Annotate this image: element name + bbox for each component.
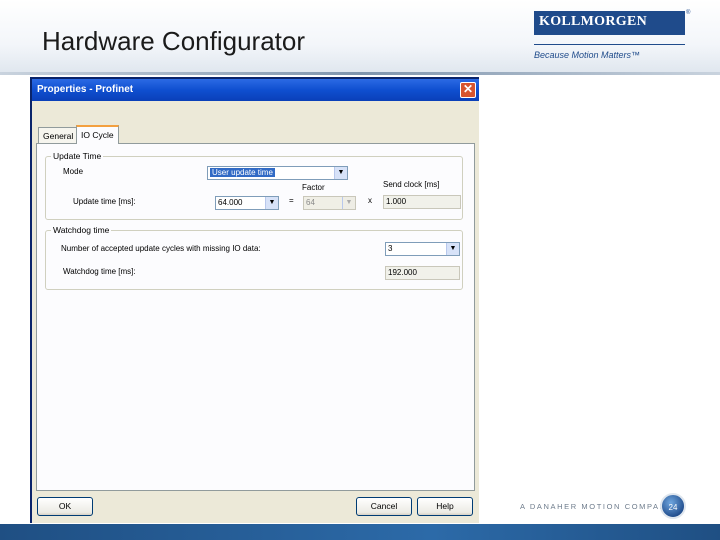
- factor-value: 64: [306, 198, 315, 207]
- close-button[interactable]: ✕: [460, 82, 476, 98]
- factor-dropdown: 64 ▼: [303, 196, 356, 210]
- send-clock-value: 1.000: [386, 197, 407, 206]
- chevron-down-icon: ▼: [342, 197, 355, 209]
- watchdog-legend: Watchdog time: [51, 225, 112, 235]
- chevron-down-icon[interactable]: ▼: [446, 243, 459, 255]
- header-divider: [0, 72, 720, 75]
- tab-io-cycle-label: IO Cycle: [81, 130, 114, 140]
- mode-dropdown[interactable]: User update time ▼: [207, 166, 348, 180]
- tab-io-cycle[interactable]: IO Cycle: [76, 125, 119, 144]
- tab-general[interactable]: General: [38, 127, 79, 144]
- equals-sign: =: [289, 196, 294, 205]
- cancel-button[interactable]: Cancel: [356, 497, 412, 516]
- properties-dialog: Properties - Profinet ✕ General IO Cycle…: [30, 77, 479, 523]
- chevron-down-icon[interactable]: ▼: [334, 167, 347, 179]
- send-clock-field: 1.000: [383, 195, 461, 209]
- page-number-badge: 24: [660, 493, 686, 519]
- watchdog-time-value: 192.000: [388, 268, 417, 277]
- multiply-sign: x: [368, 196, 372, 205]
- dialog-titlebar[interactable]: Properties - Profinet ✕: [32, 79, 479, 101]
- update-time-legend: Update Time: [51, 151, 104, 161]
- update-time-group: Update Time Mode User update time ▼ Fact…: [45, 151, 463, 220]
- ok-button[interactable]: OK: [37, 497, 93, 516]
- accepted-cycles-label: Number of accepted update cycles with mi…: [61, 244, 261, 253]
- update-time-dropdown[interactable]: 64.000 ▼: [215, 196, 279, 210]
- watchdog-time-field: 192.000: [385, 266, 460, 280]
- chevron-down-icon[interactable]: ▼: [265, 197, 278, 209]
- kollmorgen-logo: KOLLMORGEN: [534, 11, 685, 35]
- dialog-title: Properties - Profinet: [37, 84, 134, 95]
- close-icon: ✕: [462, 82, 474, 96]
- tab-panel-io-cycle: Update Time Mode User update time ▼ Fact…: [36, 143, 475, 491]
- accepted-cycles-dropdown[interactable]: 3 ▼: [385, 242, 460, 256]
- logo-underline: [534, 44, 685, 45]
- send-clock-label: Send clock [ms]: [383, 180, 440, 189]
- dialog-client-area: General IO Cycle Update Time Mode User u…: [32, 101, 479, 523]
- logo-trademark: ®: [686, 10, 691, 16]
- accepted-cycles-value: 3: [388, 244, 393, 253]
- factor-label: Factor: [302, 183, 325, 192]
- tab-general-label: General: [43, 131, 74, 141]
- watchdog-time-label: Watchdog time [ms]:: [63, 267, 136, 276]
- mode-label: Mode: [63, 167, 84, 176]
- tagline: Because Motion Matters™: [534, 50, 641, 60]
- footer-company-text: A DANAHER MOTION COMPANY: [520, 502, 674, 511]
- update-time-label: Update time [ms]:: [73, 197, 136, 206]
- mode-value: User update time: [210, 168, 275, 177]
- footer-bar: [0, 524, 720, 540]
- watchdog-group: Watchdog time Number of accepted update …: [45, 225, 463, 290]
- help-button[interactable]: Help: [417, 497, 473, 516]
- update-time-value: 64.000: [218, 198, 243, 207]
- slide-title: Hardware Configurator: [42, 26, 306, 56]
